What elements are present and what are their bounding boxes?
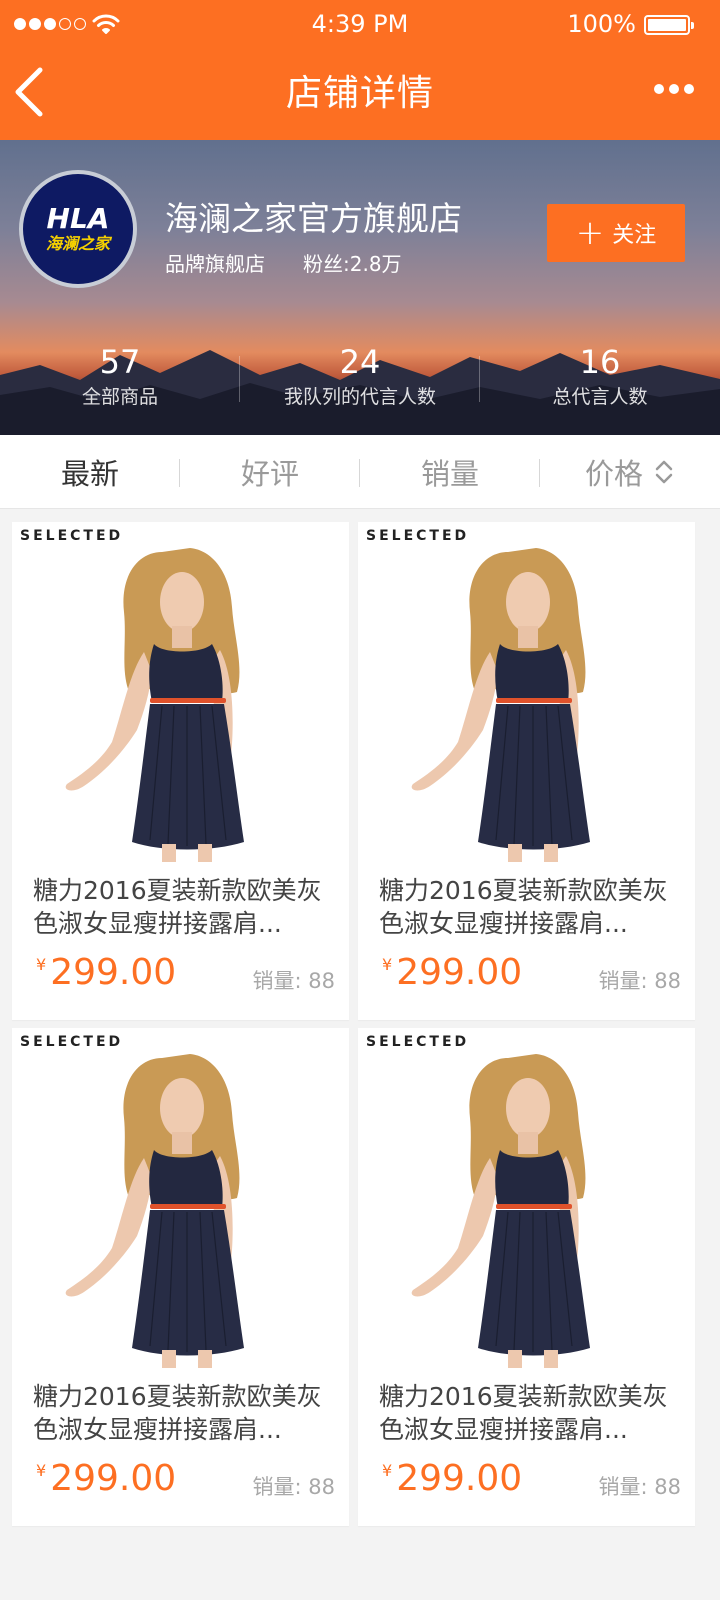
stat-all-products[interactable]: 57 全部商品 [0,340,240,420]
currency-symbol: ¥ [382,1461,393,1480]
stat-label: 我队列的代言人数 [283,386,436,408]
shop-stats: 57 全部商品 24 我队列的代言人数 16 总代言人数 [0,340,720,420]
selected-badge: SELECTED [20,528,124,544]
product-name: 糖力2016夏装新款欧美灰色淑女显瘦拼接露肩... [379,876,668,938]
battery-icon [644,15,694,35]
product-price: ¥ 299.00 [36,952,176,993]
shop-logo: HLA 海澜之家 [19,170,137,288]
product-card[interactable]: SELECTED 糖力2016夏装新款欧美灰色淑女显瘦拼接露肩... ¥ 299… [358,522,695,1020]
price-value: 299.00 [396,952,523,993]
product-image: SELECTED [12,522,349,862]
top-bar: 4:39 PM 100% 店铺详情 [0,0,720,140]
product-card[interactable]: SELECTED 糖力2016夏装新款欧美灰色淑女显瘦拼接露肩... ¥ 299… [358,1028,695,1526]
product-image: SELECTED [358,522,695,862]
product-name: 糖力2016夏装新款欧美灰色淑女显瘦拼接露肩... [33,1382,322,1444]
logo-subtext: 海澜之家 [45,234,110,253]
currency-symbol: ¥ [36,1461,47,1480]
product-name: 糖力2016夏装新款欧美灰色淑女显瘦拼接露肩... [33,876,322,938]
stat-value: 16 [579,343,621,381]
shop-type: 品牌旗舰店 [165,252,265,276]
stat-label: 全部商品 [81,386,158,408]
product-price: ¥ 299.00 [36,1458,176,1499]
product-card[interactable]: SELECTED 糖力2016夏装新款欧美灰色淑女显瘦拼接露肩... ¥ 299… [12,522,349,1020]
currency-symbol: ¥ [382,955,393,974]
sort-tab-label: 好评 [240,456,299,491]
product-price: ¥ 299.00 [382,952,522,993]
follow-button[interactable]: + 关注 [547,204,685,262]
sort-tab-label: 价格 [584,456,643,491]
sort-tab-price[interactable]: 价格 [540,435,720,508]
sort-tab-label: 销量 [420,456,479,491]
sort-bar: 最新 好评 销量 价格 [0,435,720,509]
stat-my-queue[interactable]: 24 我队列的代言人数 [240,340,480,420]
stat-value: 24 [339,343,381,381]
selected-badge: SELECTED [20,1034,124,1050]
plus-icon: + [575,213,605,253]
product-name: 糖力2016夏装新款欧美灰色淑女显瘦拼接露肩... [379,1382,668,1444]
product-sales: 销量: 88 [598,1475,681,1499]
selected-badge: SELECTED [366,1034,470,1050]
status-bar: 4:39 PM 100% [0,0,720,52]
product-sales: 销量: 88 [598,969,681,993]
shop-header: HLA 海澜之家 海澜之家官方旗舰店 品牌旗舰店 粉丝:2.8万 + 关注 57… [0,140,720,435]
product-grid: SELECTED 糖力2016夏装新款欧美灰色淑女显瘦拼接露肩... ¥ 299… [12,522,696,1526]
product-sales: 销量: 88 [252,1475,335,1499]
follow-label: 关注 [612,223,657,248]
price-value: 299.00 [50,952,177,993]
price-value: 299.00 [396,1458,523,1499]
battery-percent: 100% [567,10,636,38]
page-title: 店铺详情 [285,73,434,114]
shop-name: 海澜之家官方旗舰店 [165,199,462,238]
sort-tab-newest[interactable]: 最新 [0,435,180,508]
stat-label: 总代言人数 [552,386,648,408]
sort-tab-label: 最新 [60,456,119,491]
product-price: ¥ 299.00 [382,1458,522,1499]
stat-value: 57 [99,343,141,381]
stat-total-endorsers[interactable]: 16 总代言人数 [480,340,720,420]
logo-text: HLA [46,202,110,235]
product-card[interactable]: SELECTED 糖力2016夏装新款欧美灰色淑女显瘦拼接露肩... ¥ 299… [12,1028,349,1526]
more-dots-icon[interactable] [654,84,694,94]
selected-badge: SELECTED [366,528,470,544]
product-image: SELECTED [358,1028,695,1368]
price-value: 299.00 [50,1458,177,1499]
currency-symbol: ¥ [36,955,47,974]
sort-tab-sales[interactable]: 销量 [360,435,540,508]
product-sales: 销量: 88 [252,969,335,993]
shop-fans: 粉丝:2.8万 [303,252,402,276]
product-image: SELECTED [12,1028,349,1368]
sort-tab-rating[interactable]: 好评 [180,435,360,508]
sort-arrows-icon [655,460,673,483]
